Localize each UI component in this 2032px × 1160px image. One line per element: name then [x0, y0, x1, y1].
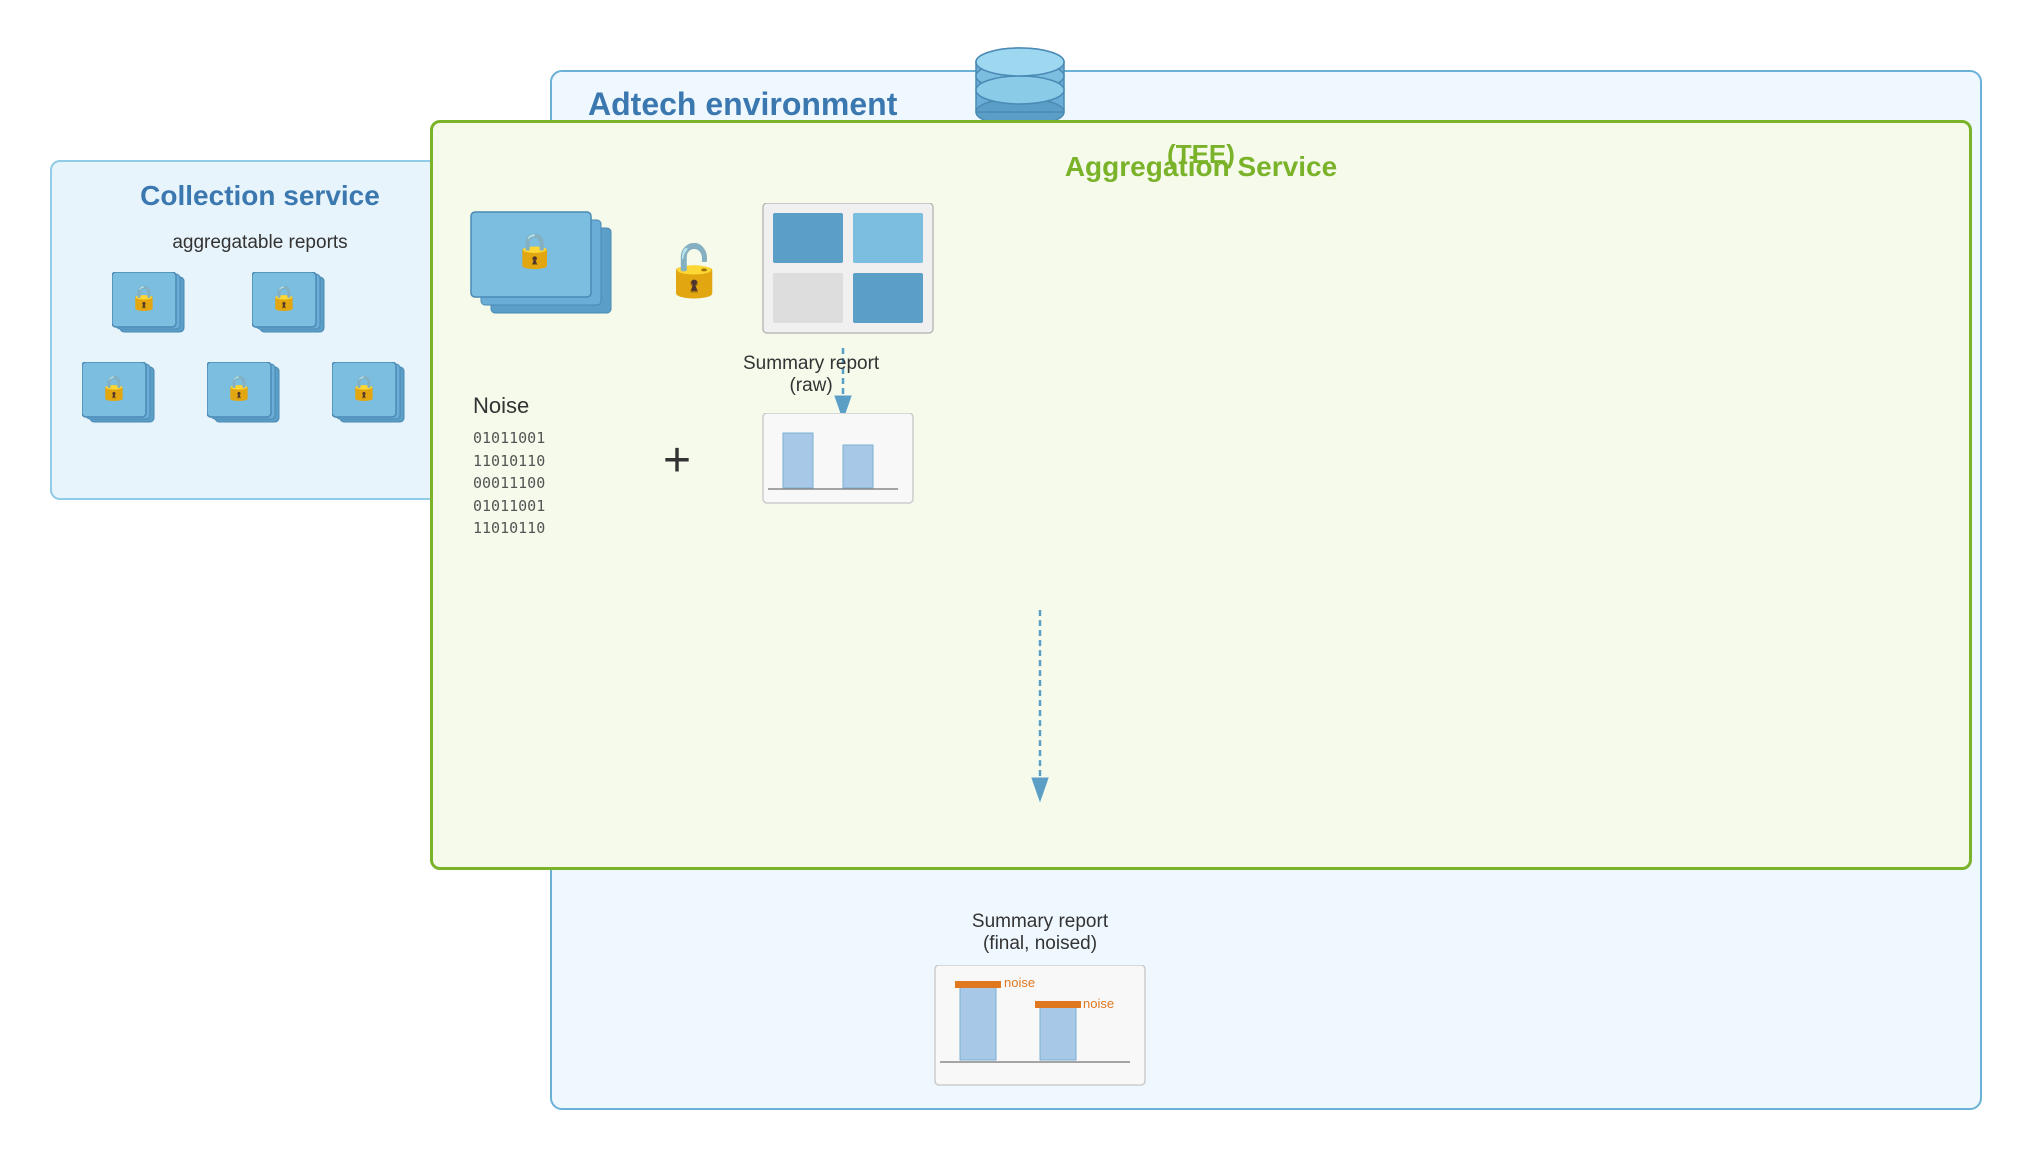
- collection-doc-1: 🔒: [112, 272, 192, 342]
- aggregatable-reports-label: aggregatable reports: [172, 232, 347, 254]
- noise-binary: 01011001 11010110 00011100 01011001 1101…: [473, 427, 545, 540]
- aggregation-service-tee: Aggregation Service (TEE) 🔒 🔓: [430, 120, 1972, 870]
- collection-doc-4: 🔒: [207, 362, 287, 432]
- collection-doc-3: 🔒: [82, 362, 162, 432]
- database-icon: [970, 40, 1070, 130]
- arrow-tee-to-final: [980, 610, 1100, 810]
- svg-text:noise: noise: [1083, 996, 1114, 1011]
- summary-final-sublabel: (final, noised): [930, 933, 1150, 955]
- noise-label: Noise: [473, 393, 545, 419]
- bar-chart-final: noise noise: [930, 965, 1150, 1095]
- svg-text:🔒: 🔒: [129, 285, 159, 312]
- plus-sign: +: [663, 433, 691, 488]
- bar-chart-raw: [753, 413, 923, 513]
- noise-section: Noise 01011001 11010110 00011100 0101100…: [473, 393, 545, 540]
- svg-text:🔒: 🔒: [349, 375, 379, 402]
- collection-doc-5: 🔒: [332, 362, 412, 432]
- svg-text:🔒: 🔒: [269, 285, 299, 312]
- collection-doc-2: 🔒: [252, 272, 332, 342]
- collection-service-title: Collection service: [140, 180, 380, 212]
- svg-text:🔒: 🔒: [224, 375, 254, 402]
- unlock-icon: 🔓: [663, 233, 723, 303]
- agg-service-title: Aggregation Service: [1065, 151, 1337, 183]
- svg-text:🔒: 🔒: [99, 375, 129, 402]
- summary-final-label: Summary report (final, noised): [930, 911, 1150, 955]
- summary-final-title: Summary report: [930, 911, 1150, 933]
- collection-service-box: Collection service aggregatable reports …: [50, 160, 470, 500]
- tee-locked-docs: 🔒: [463, 208, 643, 328]
- summary-raw-sublabel: (raw): [743, 375, 879, 397]
- main-diagram: Adtech environment Collection service ag…: [30, 30, 2002, 1130]
- svg-text:noise: noise: [1004, 975, 1035, 990]
- adtech-label: Adtech environment: [588, 86, 897, 123]
- summary-raw-label: Summary report (raw): [743, 353, 879, 397]
- decoded-report-icon: [753, 203, 953, 343]
- svg-text:🔓: 🔓: [663, 242, 723, 299]
- summary-raw-title: Summary report: [743, 353, 879, 375]
- summary-final-section: Summary report (final, noised) noise noi…: [930, 911, 1150, 1100]
- svg-text:🔒: 🔒: [514, 232, 556, 270]
